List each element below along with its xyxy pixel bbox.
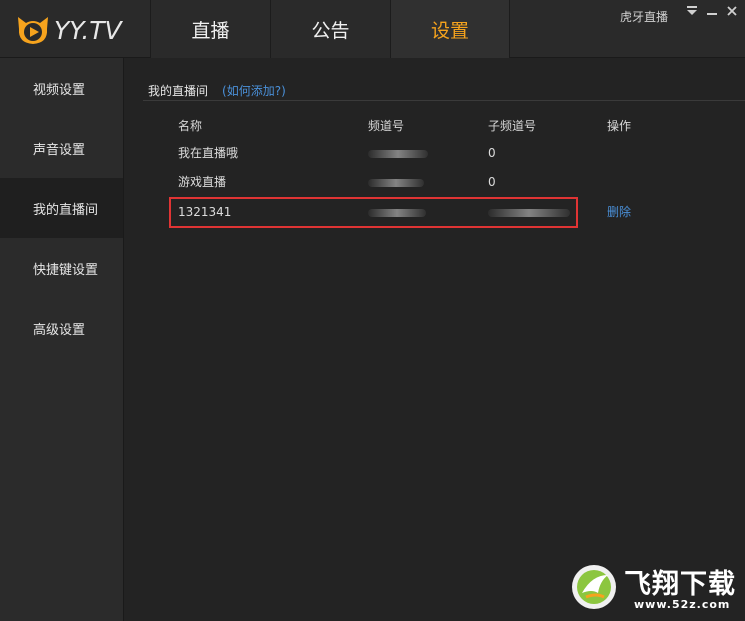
sidebar-item-video[interactable]: 视频设置 bbox=[0, 58, 123, 118]
table-row[interactable]: 游戏直播 0 bbox=[125, 172, 745, 192]
settings-sidebar: 视频设置 声音设置 我的直播间 快捷键设置 高级设置 bbox=[0, 58, 124, 621]
section-header: 我的直播间 (如何添加?) bbox=[148, 82, 286, 99]
logo-text: YY.TV bbox=[54, 15, 122, 45]
close-icon[interactable] bbox=[723, 4, 741, 22]
sidebar-item-advanced[interactable]: 高级设置 bbox=[0, 298, 123, 358]
sub-channel-id: 0 bbox=[488, 146, 496, 160]
tab-settings[interactable]: 设置 bbox=[390, 0, 510, 58]
delete-link[interactable]: 删除 bbox=[607, 202, 631, 222]
sub-channel-id: 0 bbox=[488, 175, 496, 189]
room-name: 游戏直播 bbox=[178, 175, 227, 189]
watermark-text: 飞翔下载 bbox=[624, 569, 736, 600]
watermark-logo-icon bbox=[570, 563, 618, 615]
minimize-icon[interactable] bbox=[703, 4, 721, 22]
title-bar: YY.TV 直播 公告 设置 虎牙直播 bbox=[0, 0, 745, 58]
watermark: 飞翔下载 www.52z.com bbox=[568, 560, 740, 616]
sidebar-item-my-room[interactable]: 我的直播间 bbox=[0, 178, 123, 238]
main-nav: 直播 公告 设置 bbox=[150, 0, 510, 58]
column-header-channel: 频道号 bbox=[368, 119, 405, 133]
section-divider bbox=[143, 100, 745, 101]
app-logo: YY.TV bbox=[14, 12, 122, 48]
channel-id-redacted bbox=[368, 172, 424, 192]
table-row[interactable]: 我在直播哦 0 bbox=[125, 143, 745, 163]
how-to-add-link[interactable]: (如何添加?) bbox=[222, 82, 286, 99]
column-header-name: 名称 bbox=[178, 119, 203, 133]
tab-announcement[interactable]: 公告 bbox=[270, 0, 390, 58]
tab-live[interactable]: 直播 bbox=[150, 0, 270, 58]
section-title: 我的直播间 bbox=[148, 84, 209, 98]
column-header-sub-channel: 子频道号 bbox=[488, 119, 537, 133]
user-name[interactable]: 虎牙直播 bbox=[620, 8, 668, 25]
column-header-action: 操作 bbox=[607, 119, 632, 133]
main-panel: 我的直播间 (如何添加?) 名称 频道号 子频道号 操作 我在直播哦 0 游戏直… bbox=[125, 58, 745, 621]
yy-logo-icon bbox=[14, 13, 52, 47]
sidebar-item-hotkeys[interactable]: 快捷键设置 bbox=[0, 238, 123, 298]
sidebar-item-audio[interactable]: 声音设置 bbox=[0, 118, 123, 178]
room-name: 我在直播哦 bbox=[178, 146, 239, 160]
channel-id-redacted bbox=[368, 143, 428, 163]
highlight-annotation bbox=[169, 197, 578, 228]
watermark-url: www.52z.com bbox=[634, 598, 731, 611]
table-header: 名称 频道号 子频道号 操作 bbox=[125, 116, 745, 136]
menu-down-icon[interactable] bbox=[683, 4, 701, 22]
